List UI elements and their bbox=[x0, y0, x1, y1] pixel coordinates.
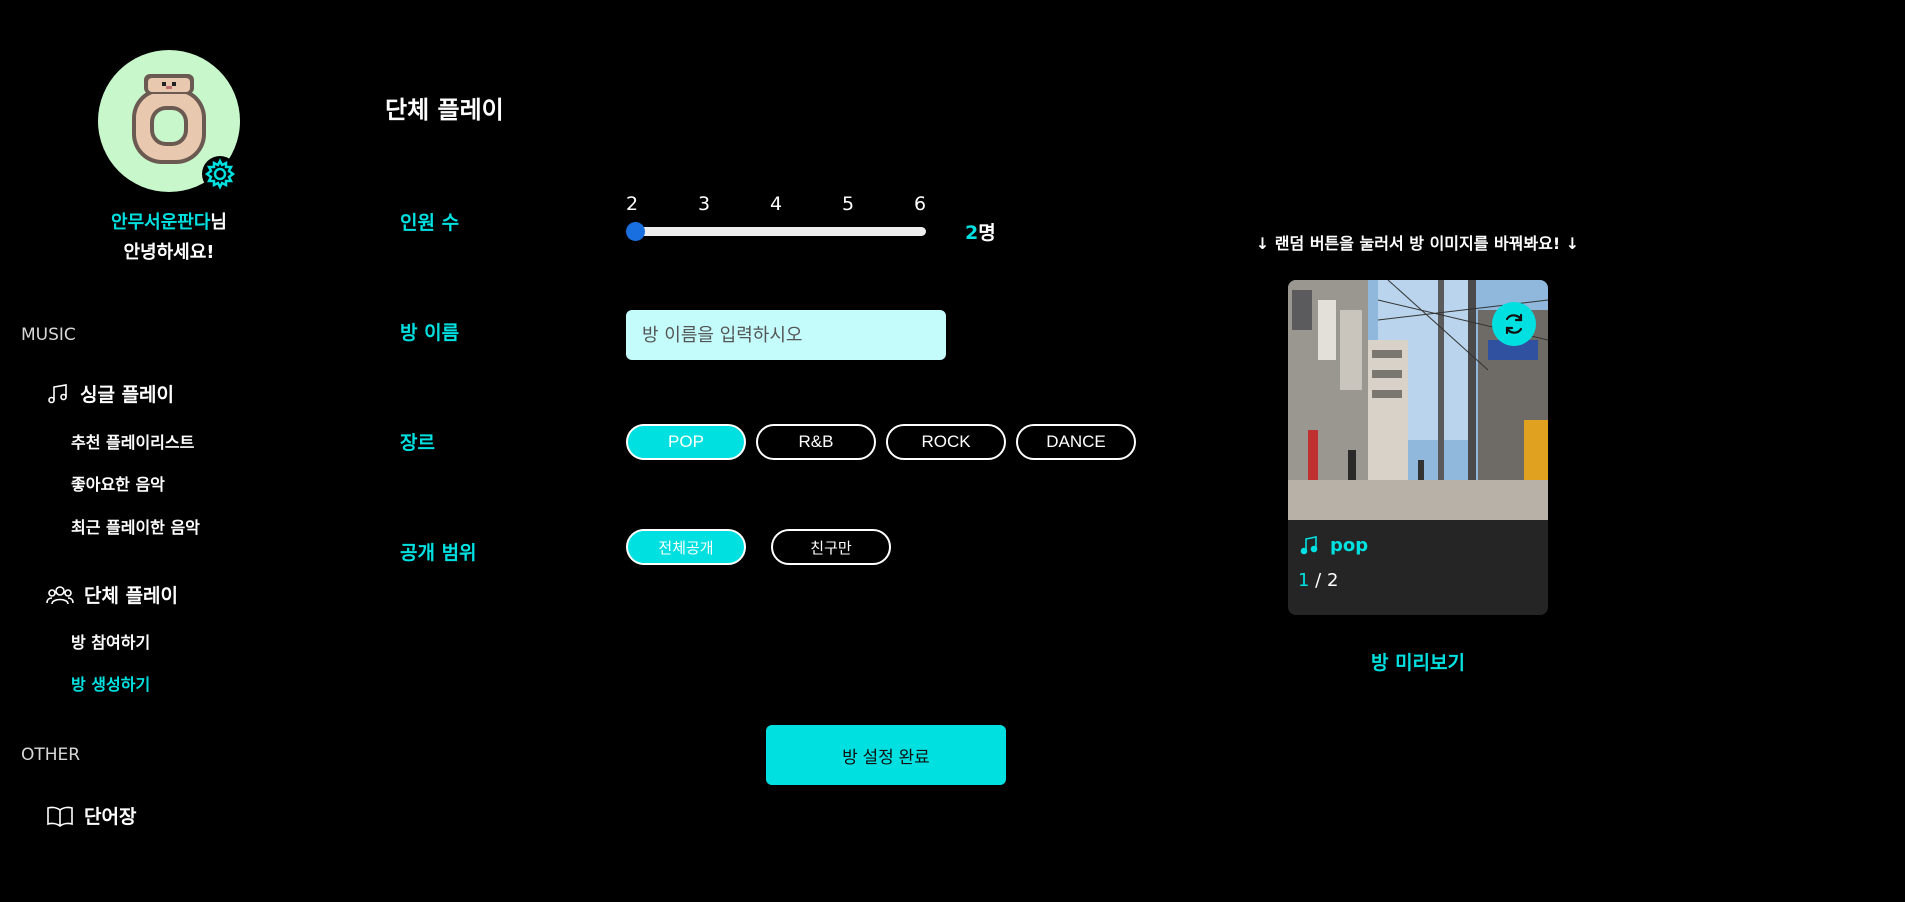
slider-tick: 3 bbox=[697, 193, 711, 215]
user-suffix: 님 bbox=[210, 212, 227, 233]
room-name-input[interactable] bbox=[626, 310, 946, 360]
genre-dance-button[interactable]: DANCE bbox=[1016, 424, 1136, 460]
visibility-friends-button[interactable]: 친구만 bbox=[771, 529, 891, 565]
preview-hint: ↓ 랜덤 버튼을 눌러서 방 이미지를 바꿔봐요! ↓ bbox=[1255, 234, 1580, 253]
avatar[interactable] bbox=[98, 50, 240, 192]
nav-group-play[interactable]: 단체 플레이 bbox=[46, 581, 178, 608]
slider-tick: 4 bbox=[769, 193, 783, 215]
slider-tick: 5 bbox=[841, 193, 855, 215]
gear-icon[interactable] bbox=[200, 154, 240, 194]
music-note-icon bbox=[48, 383, 67, 403]
section-label-other: OTHER bbox=[21, 745, 81, 765]
genre-rock-button[interactable]: ROCK bbox=[886, 424, 1006, 460]
visibility-public-button[interactable]: 전체공개 bbox=[626, 529, 746, 565]
book-icon bbox=[47, 806, 73, 827]
slider-tick: 6 bbox=[913, 193, 927, 215]
user-name: 안무서운판다 bbox=[111, 212, 211, 233]
slider-ticks: 2 3 4 5 6 bbox=[617, 193, 935, 217]
label-genre: 장르 bbox=[400, 432, 435, 454]
genre-pop-button[interactable]: POP bbox=[626, 424, 746, 460]
slider-tick: 2 bbox=[625, 193, 639, 215]
nav-recommended-playlist[interactable]: 추천 플레이리스트 bbox=[71, 429, 194, 453]
refresh-icon bbox=[1505, 313, 1523, 335]
preview-genre: pop bbox=[1300, 535, 1368, 556]
preview-genre-label: pop bbox=[1330, 535, 1369, 556]
preview-label: 방 미리보기 bbox=[1370, 652, 1465, 674]
nav-single-play-label: 싱글 플레이 bbox=[80, 384, 175, 406]
label-visibility: 공개 범위 bbox=[400, 542, 477, 564]
preview-max-count: 2 bbox=[1326, 570, 1339, 591]
preview-current-count: 1 bbox=[1298, 570, 1310, 591]
section-label-music: MUSIC bbox=[21, 325, 76, 345]
members-count-unit: 명 bbox=[978, 222, 996, 244]
nav-recent-music[interactable]: 최근 플레이한 음악 bbox=[71, 514, 200, 538]
user-greeting: 안무서운판다님 bbox=[0, 208, 338, 238]
preview-member-count: 1 / 2 bbox=[1298, 570, 1338, 591]
random-image-button[interactable] bbox=[1492, 302, 1536, 346]
nav-vocabulary-label: 단어장 bbox=[84, 806, 137, 828]
preview-count-separator: / bbox=[1309, 570, 1327, 591]
sidebar: 안무서운판다님 안녕하세요! MUSIC 싱글 플레이 추천 플레이리스트 좋아… bbox=[0, 0, 300, 902]
members-slider-track[interactable] bbox=[627, 227, 926, 236]
label-room-name: 방 이름 bbox=[400, 322, 460, 344]
greeting-text: 안녕하세요! bbox=[123, 242, 215, 263]
members-count-value: 2 bbox=[965, 222, 979, 244]
music-note-icon bbox=[1300, 535, 1318, 554]
nav-join-room[interactable]: 방 참여하기 bbox=[71, 629, 150, 653]
nav-create-room[interactable]: 방 생성하기 bbox=[71, 671, 150, 695]
nav-liked-music[interactable]: 좋아요한 음악 bbox=[71, 471, 165, 495]
nav-vocabulary[interactable]: 단어장 bbox=[46, 802, 136, 829]
submit-room-button[interactable]: 방 설정 완료 bbox=[766, 725, 1006, 785]
users-group-icon bbox=[46, 585, 74, 604]
members-slider-thumb[interactable] bbox=[626, 222, 645, 241]
nav-single-play[interactable]: 싱글 플레이 bbox=[46, 380, 174, 407]
genre-rnb-button[interactable]: R&B bbox=[756, 424, 876, 460]
nav-group-play-label: 단체 플레이 bbox=[84, 585, 179, 607]
page-title: 단체 플레이 bbox=[385, 96, 504, 124]
label-members: 인원 수 bbox=[400, 212, 460, 234]
members-count: 2명 bbox=[965, 218, 996, 245]
